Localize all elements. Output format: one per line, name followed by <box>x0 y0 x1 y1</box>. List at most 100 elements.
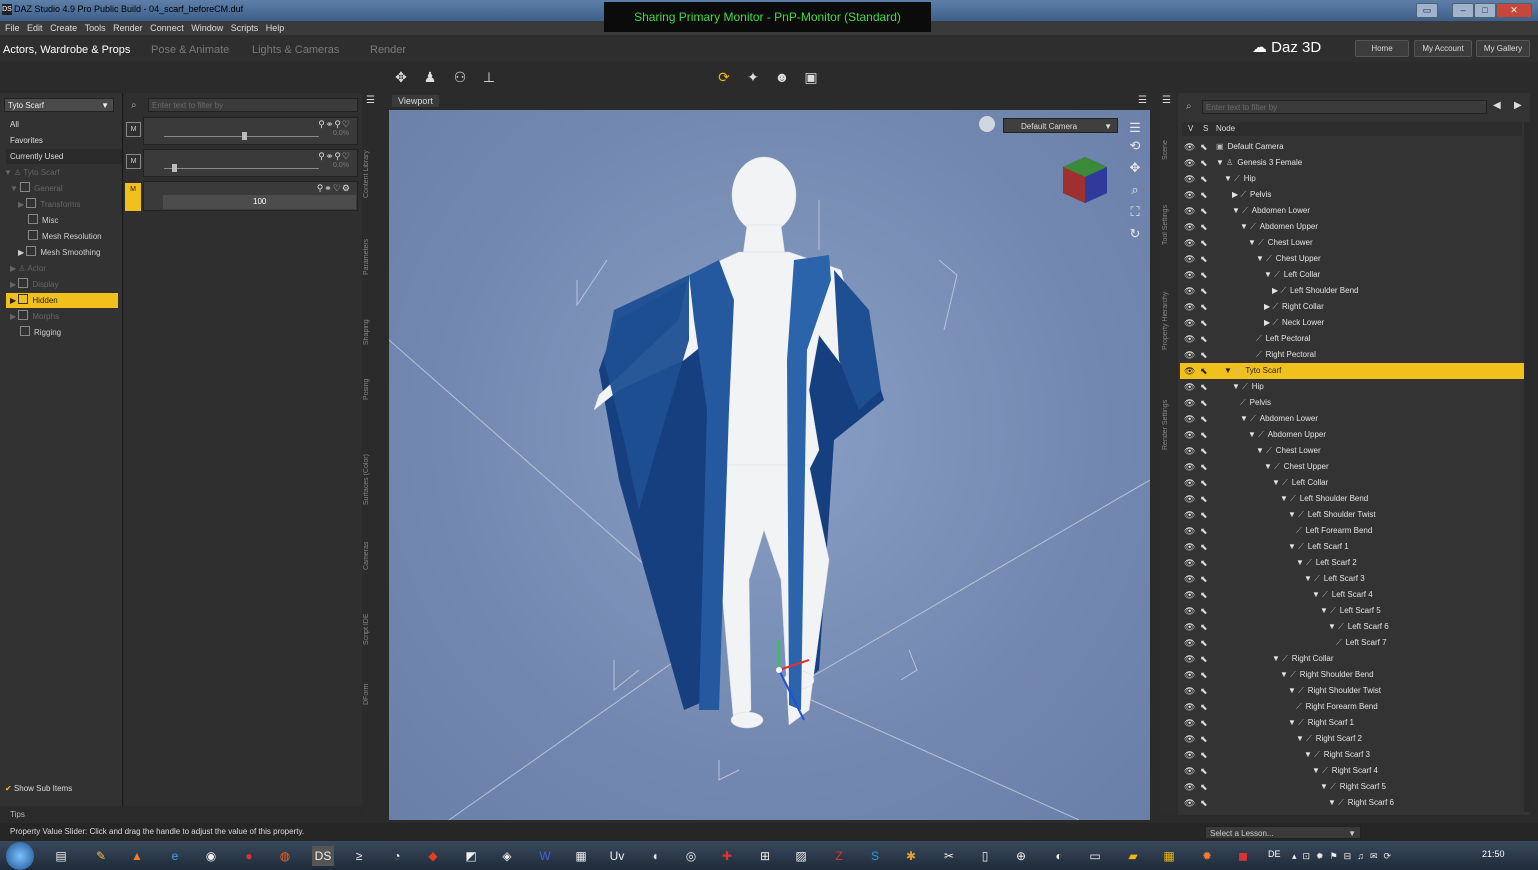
scene-tree-row[interactable]: 👁 ⬉ ⟋ Left Scarf 7 <box>1180 635 1524 651</box>
menu-create[interactable]: Create <box>50 21 77 35</box>
selectable-pointer-icon[interactable]: ⬉ <box>1200 379 1208 395</box>
tree-item-general[interactable]: ▼ General <box>10 181 63 196</box>
visibility-eye-icon[interactable]: 👁 <box>1184 539 1195 555</box>
scene-tree-row[interactable]: 👁 ⬉ ▼ ⟋ Abdomen Lower <box>1180 411 1524 427</box>
system-tray-icons[interactable]: ▴⊡✹⚑⊟♫✉⟳ <box>1292 846 1442 866</box>
property-slider[interactable]: ⚲⚭⚲♡ 0.0% <box>143 117 358 145</box>
selectable-pointer-icon[interactable]: ⬉ <box>1200 651 1208 667</box>
tab-render-settings[interactable]: Render Settings <box>1162 370 1174 450</box>
scene-tree-row[interactable]: 👁 ⬉ ⟋ Pelvis <box>1180 395 1524 411</box>
scene-tree-row[interactable]: 👁 ⬉ ▶ ⟋ Right Collar <box>1180 299 1524 315</box>
visibility-eye-icon[interactable]: 👁 <box>1184 219 1195 235</box>
selectable-pointer-icon[interactable]: ⬉ <box>1200 667 1208 683</box>
scene-tree-node[interactable]: ▶ ⟋ Neck Lower <box>1264 315 1324 331</box>
scene-tree-node[interactable]: ▼ ⟋ Left Scarf 1 <box>1288 539 1349 555</box>
property-slider[interactable]: ⚲⚭⚲♡ 0.0% <box>143 149 358 177</box>
selectable-pointer-icon[interactable]: ⬉ <box>1200 283 1208 299</box>
expand-arrow-icon[interactable]: ▼ <box>1288 542 1298 551</box>
scene-tree-node[interactable]: ⟋ Left Pectoral <box>1256 331 1311 347</box>
expand-arrow-icon[interactable]: ▼ <box>1304 750 1314 759</box>
expand-arrow-icon[interactable]: ▼ <box>1256 446 1266 455</box>
visibility-eye-icon[interactable]: 👁 <box>1184 491 1195 507</box>
selectable-pointer-icon[interactable]: ⬉ <box>1200 203 1208 219</box>
scene-menu-icon[interactable]: ☰ <box>1162 95 1171 106</box>
scene-tree-node[interactable]: ▼ ⟋ Left Scarf 5 <box>1320 603 1381 619</box>
scene-tree-node[interactable]: ⟋ Left Forearm Bend <box>1296 523 1372 539</box>
scene-tree-node[interactable]: ▼ ⟋ Right Scarf 1 <box>1288 715 1354 731</box>
expand-arrow-icon[interactable]: ▼ <box>1296 734 1306 743</box>
app-icon[interactable]: ⊞ <box>754 846 776 866</box>
visibility-eye-icon[interactable]: 👁 <box>1184 795 1195 811</box>
category-currently-used[interactable]: Currently Used <box>6 149 122 164</box>
menu-file[interactable]: File <box>5 21 20 35</box>
scene-tree-row[interactable]: 👁 ⬉ ▼ ⟋ Abdomen Lower <box>1180 203 1524 219</box>
col-node[interactable]: Node <box>1216 122 1235 136</box>
tree-item-mesh-resolution[interactable]: Mesh Resolution <box>28 229 102 244</box>
parameter-filter-input[interactable]: Enter text to filter by <box>148 98 358 112</box>
start-button-icon[interactable] <box>6 842 34 870</box>
lesson-dropdown[interactable]: Select a Lesson... ▼ <box>1205 826 1361 839</box>
arrow-right-icon[interactable]: ▶ <box>1514 100 1522 111</box>
app-icon[interactable]: ✚ <box>716 846 738 866</box>
selectable-pointer-icon[interactable]: ⬉ <box>1200 363 1208 379</box>
col-visible[interactable]: V <box>1188 122 1193 136</box>
selectable-pointer-icon[interactable]: ⬉ <box>1200 427 1208 443</box>
scene-tree-node[interactable]: ▼ ⟋ Right Scarf 2 <box>1296 731 1362 747</box>
tab-tool-settings[interactable]: Tool Settings <box>1162 180 1174 245</box>
scene-tree-row[interactable]: 👁 ⬉ ▶ ⟋ Neck Lower <box>1180 315 1524 331</box>
panel-menu-icon[interactable]: ☰ <box>366 95 375 106</box>
scene-tree-row[interactable]: 👁 ⬉ ▼ ⟋ Right Scarf 4 <box>1180 763 1524 779</box>
document-icon[interactable]: ▯ <box>974 846 996 866</box>
scene-tree-row[interactable]: 👁 ⬉ ⟋ Right Forearm Bend <box>1180 699 1524 715</box>
selectable-pointer-icon[interactable]: ⬉ <box>1200 251 1208 267</box>
camera-dropdown[interactable]: Default Camera ▼ <box>1003 118 1118 133</box>
scene-tree-row[interactable]: 👁 ⬉ ⟋ Left Forearm Bend <box>1180 523 1524 539</box>
expand-arrow-icon[interactable]: ▶ <box>18 248 24 257</box>
selectable-pointer-icon[interactable]: ⬉ <box>1200 587 1208 603</box>
app-icon[interactable]: ◐ <box>1048 846 1070 866</box>
category-favorites[interactable]: Favorites <box>6 133 122 148</box>
expand-arrow-icon[interactable]: ▼ <box>4 168 12 177</box>
scene-tree-node[interactable]: ▼ ⟋ Left Collar <box>1264 267 1320 283</box>
scene-tree-row[interactable]: 👁 ⬉ ▼ ⟋ Chest Lower <box>1180 443 1524 459</box>
language-indicator[interactable]: DE <box>1268 849 1281 859</box>
scene-tree-node[interactable]: ▣ Default Camera <box>1216 139 1284 155</box>
viewport-tab[interactable]: Viewport <box>392 95 439 107</box>
tab-property-hierarchy[interactable]: Property Hierarchy <box>1162 265 1174 350</box>
selectable-pointer-icon[interactable]: ⬉ <box>1200 219 1208 235</box>
selectable-pointer-icon[interactable]: ⬉ <box>1200 139 1208 155</box>
selectable-pointer-icon[interactable]: ⬉ <box>1200 571 1208 587</box>
tab-scene[interactable]: Scene <box>1162 120 1174 160</box>
expand-arrow-icon[interactable]: ▼ <box>1312 766 1322 775</box>
word-icon[interactable]: W <box>534 846 556 866</box>
visibility-eye-icon[interactable]: 👁 <box>1184 747 1195 763</box>
expand-arrow-icon[interactable]: ▼ <box>1288 718 1298 727</box>
network-icon[interactable]: ⊕ <box>1010 846 1032 866</box>
visibility-eye-icon[interactable]: 👁 <box>1184 187 1195 203</box>
tab-script-ide[interactable]: Script IDE <box>363 595 376 645</box>
frame-icon[interactable]: ⛶ <box>1126 204 1144 222</box>
visibility-eye-icon[interactable]: 👁 <box>1184 171 1195 187</box>
tab-cameras[interactable]: Cameras <box>363 520 376 570</box>
expand-arrow-icon[interactable]: ▼ <box>1264 462 1274 471</box>
tree-item-hidden[interactable]: ▶ Hidden <box>6 293 118 308</box>
tab-surfaces[interactable]: Surfaces (Color) <box>363 420 376 505</box>
expand-arrow-icon[interactable]: ▼ <box>1280 670 1290 679</box>
menu-edit[interactable]: Edit <box>27 21 43 35</box>
app-icon[interactable]: Uv <box>606 846 628 866</box>
expand-arrow-icon[interactable]: ▼ <box>1288 686 1298 695</box>
scene-tree-row[interactable]: 👁 ⬉ ▼ ⟋ Right Scarf 1 <box>1180 715 1524 731</box>
tree-item-actor[interactable]: ▶ ♙ Actor <box>10 261 46 276</box>
expand-arrow-icon[interactable]: ▼ <box>1296 558 1306 567</box>
my-account-button[interactable]: My Account <box>1414 40 1472 57</box>
tab-shaping[interactable]: Shaping <box>363 300 376 345</box>
joint-editor-icon[interactable]: ⚇ <box>450 68 470 86</box>
skype-icon[interactable]: S <box>864 846 886 866</box>
scene-tree-node[interactable]: ▼ ⟋ Right Scarf 5 <box>1320 779 1386 795</box>
scene-tree-row[interactable]: 👁 ⬉ ▶ ⟋ Pelvis <box>1180 187 1524 203</box>
visibility-eye-icon[interactable]: 👁 <box>1184 395 1195 411</box>
tab-content-library[interactable]: Content Library <box>363 118 376 198</box>
scene-tree-row[interactable]: 👁 ⬉ ▼ ⟋ Left Scarf 4 <box>1180 587 1524 603</box>
tree-item-rigging[interactable]: Rigging <box>20 325 61 340</box>
selectable-pointer-icon[interactable]: ⬉ <box>1200 619 1208 635</box>
